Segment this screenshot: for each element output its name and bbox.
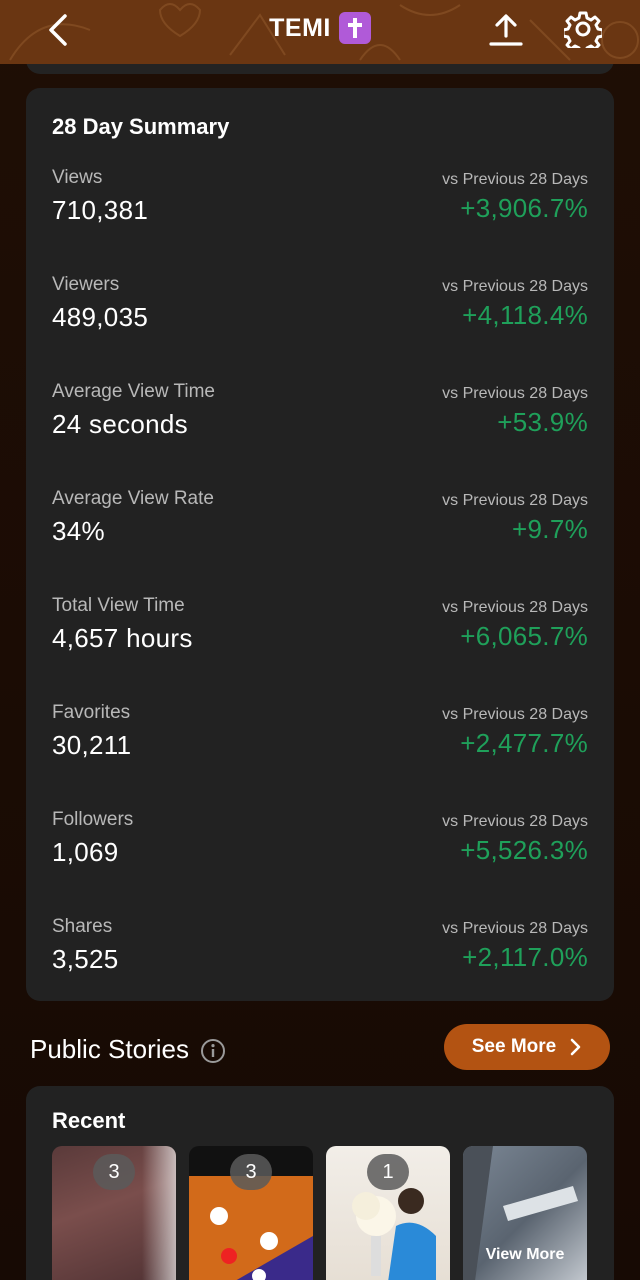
metric-change: +9.7% bbox=[512, 514, 588, 544]
metric-label: Total View Time bbox=[52, 595, 185, 616]
story-count-badge: 3 bbox=[93, 1154, 135, 1190]
metric-change: +6,065.7% bbox=[460, 621, 588, 651]
metric-value: 1,069 bbox=[52, 837, 119, 867]
settings-button[interactable] bbox=[560, 6, 606, 52]
story-thumbnail[interactable]: 3 bbox=[52, 1146, 176, 1280]
metric-total-view-time: Total View Time 4,657 hours vs Previous … bbox=[26, 595, 614, 702]
recent-card: Recent 3 3 1 View More bbox=[26, 1086, 614, 1280]
summary-title: 28 Day Summary bbox=[52, 114, 230, 139]
story-count-badge: 3 bbox=[230, 1154, 272, 1190]
metric-change: +2,117.0% bbox=[462, 942, 588, 972]
metric-compare-label: vs Previous 28 Days bbox=[442, 278, 588, 295]
profile-title: TEMI bbox=[269, 13, 331, 42]
view-more-label: View More bbox=[485, 1246, 565, 1263]
metric-compare-label: vs Previous 28 Days bbox=[442, 706, 588, 723]
metric-followers: Followers 1,069 vs Previous 28 Days +5,5… bbox=[26, 809, 614, 916]
metric-change: +3,906.7% bbox=[460, 193, 588, 223]
metric-label: Favorites bbox=[52, 702, 131, 723]
gear-icon bbox=[564, 11, 602, 48]
metric-label: Average View Rate bbox=[52, 488, 214, 509]
story-thumbnail[interactable]: 3 bbox=[189, 1146, 313, 1280]
metric-value: 4,657 hours bbox=[52, 623, 193, 653]
share-upload-button[interactable] bbox=[484, 8, 528, 52]
header-title-group: TEMI bbox=[0, 10, 640, 46]
see-more-label: See More bbox=[471, 1036, 557, 1057]
metric-views: Views 710,381 vs Previous 28 Days +3,906… bbox=[26, 167, 614, 274]
story-count-badge: 1 bbox=[367, 1154, 409, 1190]
metric-value: 489,035 bbox=[52, 302, 149, 332]
metric-compare-label: vs Previous 28 Days bbox=[442, 920, 588, 937]
metric-label: Views bbox=[52, 167, 103, 188]
upload-icon bbox=[489, 14, 523, 46]
metric-value: 30,211 bbox=[52, 730, 132, 760]
see-more-button[interactable]: See More bbox=[444, 1024, 610, 1070]
metric-value: 34% bbox=[52, 516, 105, 546]
metric-value: 3,525 bbox=[52, 944, 119, 974]
metric-change: +2,477.7% bbox=[460, 728, 588, 758]
metric-change: +4,118.4% bbox=[462, 300, 588, 330]
chevron-right-icon bbox=[570, 1038, 581, 1056]
metric-average-view-time: Average View Time 24 seconds vs Previous… bbox=[26, 381, 614, 488]
metric-compare-label: vs Previous 28 Days bbox=[442, 599, 588, 616]
metric-value: 710,381 bbox=[52, 195, 149, 225]
metric-compare-label: vs Previous 28 Days bbox=[442, 813, 588, 830]
summary-card: 28 Day Summary Views 710,381 vs Previous… bbox=[26, 88, 614, 1001]
metric-average-view-rate: Average View Rate 34% vs Previous 28 Day… bbox=[26, 488, 614, 595]
metric-label: Viewers bbox=[52, 274, 120, 295]
metric-label: Followers bbox=[52, 809, 134, 830]
app-screen: TEMI 28 Day Summary Views 710,381 vs Pre… bbox=[0, 0, 640, 1280]
metric-value: 24 seconds bbox=[52, 409, 188, 439]
metric-change: +53.9% bbox=[497, 407, 588, 437]
metric-shares: Shares 3,525 vs Previous 28 Days +2,117.… bbox=[26, 916, 614, 1023]
recent-title: Recent bbox=[52, 1108, 126, 1133]
story-thumbnail[interactable]: 1 bbox=[326, 1146, 450, 1280]
metric-label: Shares bbox=[52, 916, 113, 937]
top-header: TEMI bbox=[0, 0, 640, 64]
metric-change: +5,526.3% bbox=[460, 835, 588, 865]
metric-label: Average View Time bbox=[52, 381, 215, 402]
metric-compare-label: vs Previous 28 Days bbox=[442, 385, 588, 402]
view-more-thumbnail[interactable]: View More bbox=[463, 1146, 587, 1280]
metric-compare-label: vs Previous 28 Days bbox=[442, 492, 588, 509]
thumbnail-image-detail bbox=[142, 1146, 176, 1280]
metric-favorites: Favorites 30,211 vs Previous 28 Days +2,… bbox=[26, 702, 614, 809]
info-icon[interactable] bbox=[200, 1038, 226, 1064]
latin-cross-icon bbox=[338, 12, 371, 44]
public-stories-title: Public Stories bbox=[30, 1034, 189, 1064]
metric-viewers: Viewers 489,035 vs Previous 28 Days +4,1… bbox=[26, 274, 614, 381]
metric-compare-label: vs Previous 28 Days bbox=[442, 171, 588, 188]
